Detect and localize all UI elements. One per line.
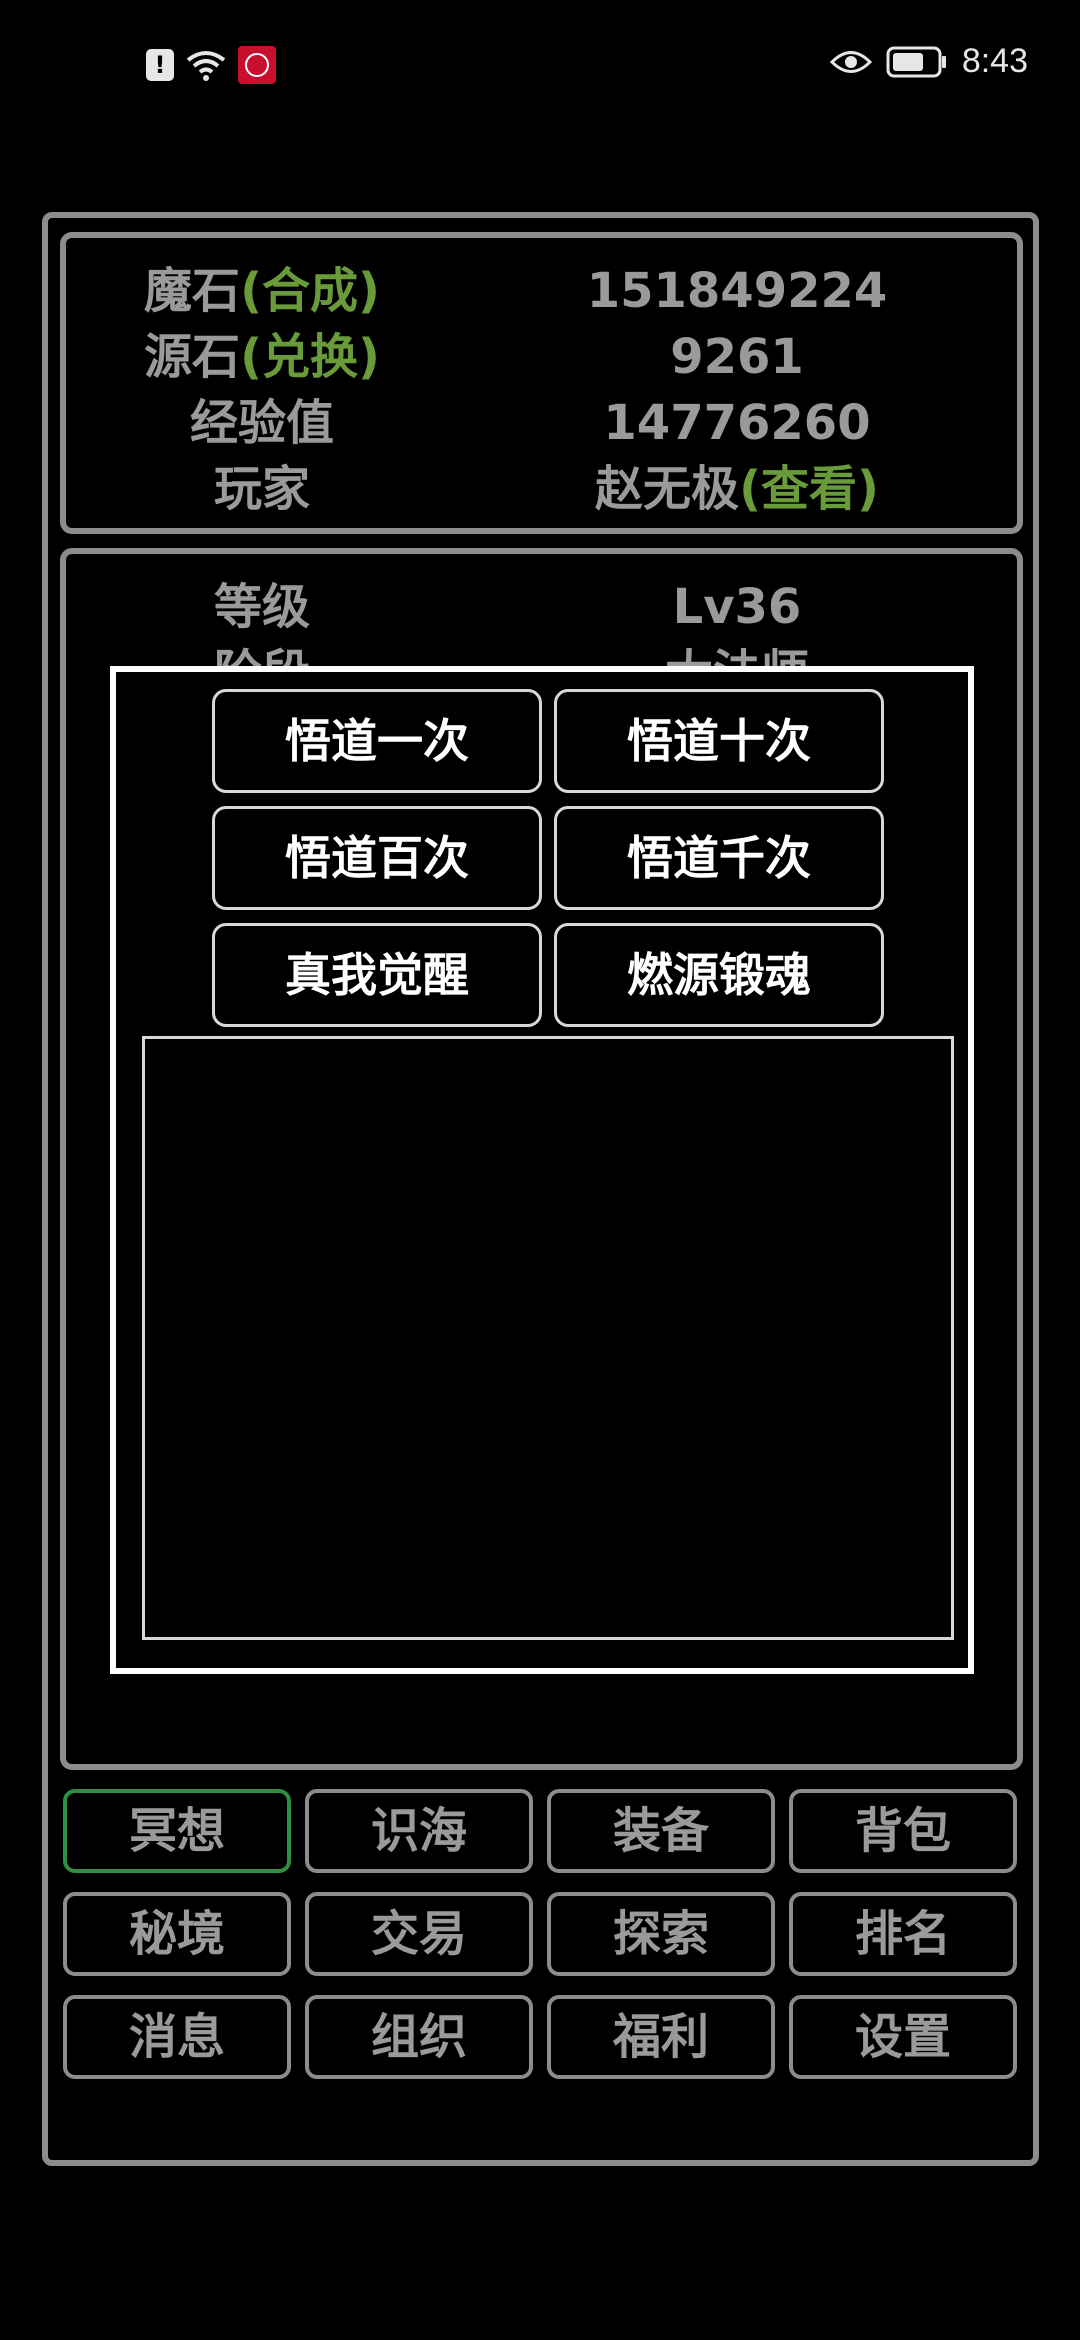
status-bar: ! 8:43	[0, 0, 1080, 130]
source-stone-label: 源石	[144, 329, 241, 385]
true-self-awakening-button[interactable]: 真我觉醒	[212, 923, 542, 1027]
exchange-link[interactable]: (兑换)	[240, 329, 380, 385]
burn-source-forge-soul-button[interactable]: 燃源锻魂	[554, 923, 884, 1027]
experience-value: 14776260	[603, 395, 871, 451]
enlighten-ten-button[interactable]: 悟道十次	[554, 689, 884, 793]
level-value: Lv36	[672, 579, 802, 635]
magic-stone-row: 魔石(合成) 151849224	[66, 258, 1017, 324]
eye-icon	[829, 50, 872, 73]
enlighten-once-button[interactable]: 悟道一次	[212, 689, 542, 793]
status-bar-right: 8:43	[829, 42, 1028, 81]
status-bar-left: !	[146, 46, 276, 84]
nav-trade[interactable]: 交易	[305, 1892, 533, 1976]
player-name: 赵无极	[595, 461, 740, 517]
level-label: 等级	[213, 579, 310, 635]
alert-icon: !	[146, 49, 174, 81]
nav-explore[interactable]: 探索	[547, 1892, 775, 1976]
nav-backpack[interactable]: 背包	[789, 1789, 1017, 1873]
nav-welfare[interactable]: 福利	[547, 1995, 775, 2079]
wifi-icon	[186, 51, 226, 81]
player-label: 玩家	[213, 461, 310, 517]
nav-meditate[interactable]: 冥想	[63, 1789, 291, 1873]
enlighten-thousand-button[interactable]: 悟道千次	[554, 806, 884, 910]
source-stone-value: 9261	[670, 329, 804, 385]
magic-stone-label: 魔石	[144, 263, 241, 319]
nav-secret-realm[interactable]: 秘境	[63, 1892, 291, 1976]
meditation-dialog: 悟道一次 悟道十次 悟道百次 悟道千次 真我觉醒 燃源锻魂	[110, 666, 974, 1674]
view-player-link[interactable]: (查看)	[739, 461, 879, 517]
app-icon	[238, 46, 276, 84]
battery-icon	[886, 46, 946, 77]
level-row: 等级 Lv36	[66, 574, 1017, 640]
nav-messages[interactable]: 消息	[63, 1995, 291, 2079]
experience-row: 经验值 14776260	[66, 390, 1017, 456]
nav-settings[interactable]: 设置	[789, 1995, 1017, 2079]
nav-sea-of-consciousness[interactable]: 识海	[305, 1789, 533, 1873]
synthesize-link[interactable]: (合成)	[240, 263, 380, 319]
player-row: 玩家 赵无极(查看)	[66, 456, 1017, 522]
resource-panel: 魔石(合成) 151849224 源石(兑换) 9261 经验值 1477626…	[60, 232, 1023, 534]
clock: 8:43	[961, 42, 1028, 80]
nav-ranking[interactable]: 排名	[789, 1892, 1017, 1976]
nav-organization[interactable]: 组织	[305, 1995, 533, 2079]
result-log-box	[142, 1036, 954, 1640]
enlighten-hundred-button[interactable]: 悟道百次	[212, 806, 542, 910]
magic-stone-value: 151849224	[586, 263, 888, 319]
nav-equipment[interactable]: 装备	[547, 1789, 775, 1873]
experience-label: 经验值	[189, 395, 334, 451]
source-stone-row: 源石(兑换) 9261	[66, 324, 1017, 390]
